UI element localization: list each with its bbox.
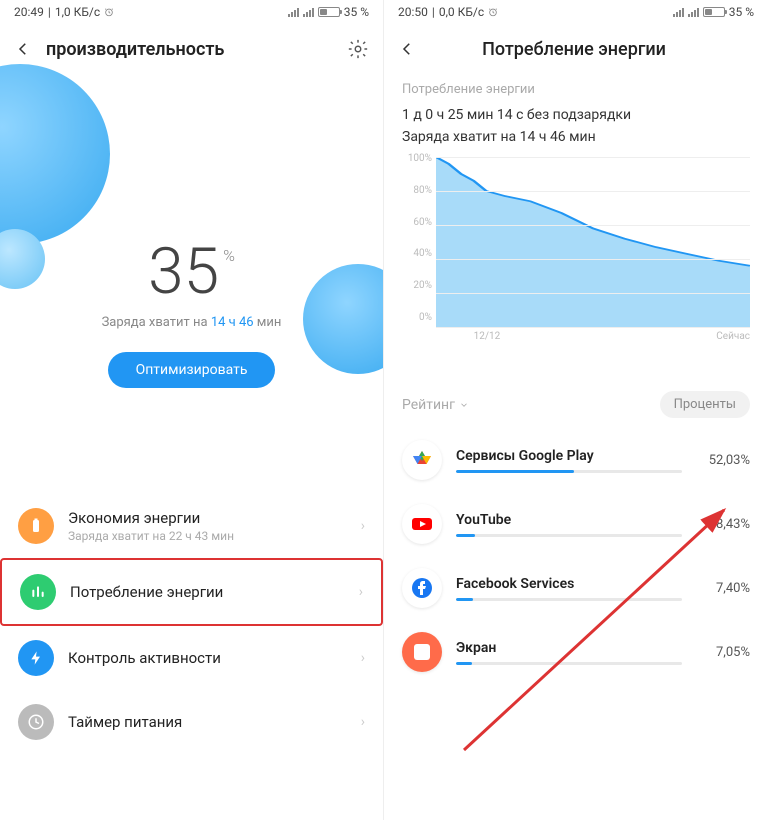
app-usage-pct: 7,40%	[696, 581, 750, 596]
app-icon	[402, 440, 442, 480]
menu-list: Экономия энергии Заряда хватит на 22 ч 4…	[0, 494, 383, 754]
bubble-decor	[0, 64, 110, 244]
battery-saver-icon	[18, 508, 54, 544]
signal-icon	[288, 8, 299, 17]
back-button[interactable]	[398, 40, 416, 58]
battery-icon	[703, 7, 725, 17]
settings-button[interactable]	[347, 38, 369, 60]
chevron-right-icon: ›	[361, 714, 365, 730]
app-usage-bar	[456, 470, 682, 473]
chart-x-axis: 12/12 Сейчас	[436, 331, 750, 347]
chevron-right-icon: ›	[359, 584, 363, 600]
time-remaining: Заряда хватит на 14 ч 46 мин	[384, 125, 768, 147]
menu-item-power-saving[interactable]: Экономия энергии Заряда хватит на 22 ч 4…	[0, 494, 383, 558]
battery-hero: 35 % Заряда хватит на 14 ч 46 мин Оптими…	[0, 74, 383, 454]
status-net: 0,0 КБ/с	[439, 5, 484, 19]
alarm-icon	[488, 7, 498, 17]
time-on-battery: 1 д 0 ч 25 мин 14 с без подзарядки	[384, 103, 768, 125]
chart-area	[436, 157, 750, 327]
signal-icon	[688, 8, 699, 17]
menu-item-power-usage[interactable]: Потребление энергии ›	[0, 558, 383, 626]
chevron-right-icon: ›	[361, 518, 365, 534]
app-usage-pct: 52,03%	[696, 453, 750, 468]
app-usage-bar	[456, 598, 682, 601]
status-battery: 35 %	[344, 5, 369, 19]
app-usage-item[interactable]: Facebook Services 7,40%	[384, 556, 768, 620]
menu-label: Экономия энергии	[68, 509, 347, 527]
menu-item-activity-control[interactable]: Контроль активности ›	[0, 626, 383, 690]
chevron-down-icon	[459, 400, 469, 410]
stats-icon	[20, 574, 56, 610]
battery-percentage: 35 %	[148, 234, 235, 309]
menu-item-power-timer[interactable]: Таймер питания ›	[0, 690, 383, 754]
app-usage-bar	[456, 534, 682, 537]
status-bar: 20:49 | 1,0 КБ/с 35 %	[0, 0, 383, 24]
app-usage-item[interactable]: Сервисы Google Play 52,03%	[384, 428, 768, 492]
app-name: Facebook Services	[456, 576, 682, 592]
app-icon	[402, 568, 442, 608]
app-name: Экран	[456, 640, 682, 656]
optimize-button[interactable]: Оптимизировать	[108, 352, 276, 388]
chart-y-axis: 100% 80% 60% 40% 20% 0%	[402, 157, 436, 327]
app-icon	[402, 504, 442, 544]
menu-sublabel: Заряда хватит на 22 ч 43 мин	[68, 529, 347, 543]
app-usage-item[interactable]: YouTube 8,43%	[384, 492, 768, 556]
app-usage-pct: 8,43%	[696, 517, 750, 532]
menu-label: Контроль активности	[68, 649, 347, 667]
chevron-right-icon: ›	[361, 650, 365, 666]
app-usage-list: Сервисы Google Play 52,03% YouTube 8,43% Fac…	[384, 428, 768, 684]
status-bar: 20:50 | 0,0 КБ/с 35 %	[384, 0, 768, 24]
bolt-icon	[18, 640, 54, 676]
menu-label: Потребление энергии	[70, 583, 345, 601]
menu-label: Таймер питания	[68, 713, 347, 731]
app-name: YouTube	[456, 512, 682, 528]
status-battery: 35 %	[729, 5, 754, 19]
page-title: производительность	[46, 39, 333, 60]
app-name: Сервисы Google Play	[456, 448, 682, 464]
clock-icon	[18, 704, 54, 740]
section-label: Потребление энергии	[384, 74, 768, 103]
units-toggle[interactable]: Проценты	[660, 391, 750, 418]
app-usage-item[interactable]: Экран 7,05%	[384, 620, 768, 684]
battery-icon	[318, 7, 340, 17]
header: производительность	[0, 24, 383, 74]
screen-performance: 20:49 | 1,0 КБ/с 35 % производительность…	[0, 0, 384, 820]
status-time: 20:50	[398, 5, 428, 19]
status-time: 20:49	[14, 5, 44, 19]
signal-icon	[303, 8, 314, 17]
header: Потребление энергии	[384, 24, 768, 74]
signal-icon	[673, 8, 684, 17]
screen-power-usage: 20:50 | 0,0 КБ/с 35 % Потребление энерги…	[384, 0, 768, 820]
app-usage-bar	[456, 662, 682, 665]
sort-dropdown[interactable]: Рейтинг	[402, 397, 469, 413]
app-usage-pct: 7,05%	[696, 645, 750, 660]
battery-estimate: Заряда хватит на 14 ч 46 мин	[0, 315, 383, 330]
page-title: Потребление энергии	[430, 39, 718, 60]
battery-chart: 100% 80% 60% 40% 20% 0% 12/12 Сейчас	[384, 147, 768, 351]
back-button[interactable]	[14, 40, 32, 58]
status-net: 1,0 КБ/с	[55, 5, 100, 19]
alarm-icon	[104, 7, 114, 17]
app-icon	[402, 632, 442, 672]
